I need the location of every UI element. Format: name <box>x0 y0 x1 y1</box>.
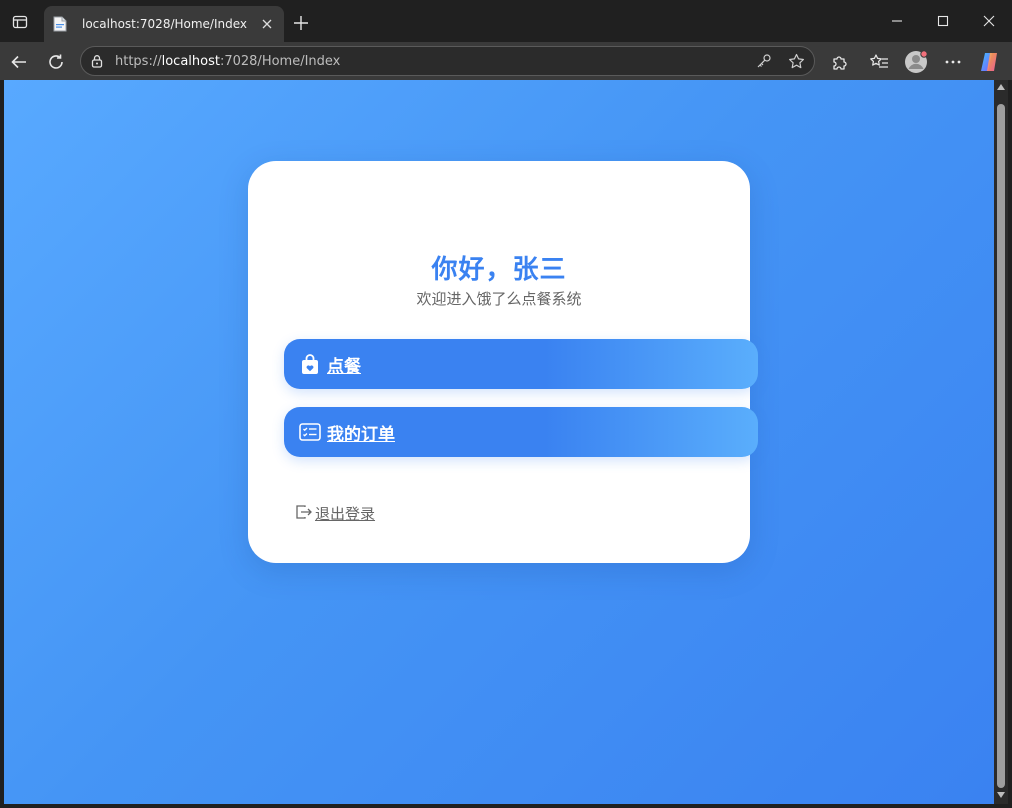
order-list-icon <box>299 421 321 443</box>
copilot-icon <box>981 53 997 71</box>
logout-label: 退出登录 <box>315 505 376 523</box>
tab-actions-button[interactable] <box>8 10 32 34</box>
maximize-button[interactable] <box>929 8 957 34</box>
logout-link[interactable]: 退出登录 <box>295 503 375 524</box>
puzzle-icon <box>833 56 847 70</box>
my-orders-button[interactable]: 我的订单 <box>284 407 758 457</box>
scroll-down-arrow-icon[interactable] <box>997 792 1005 798</box>
arrow-left-icon <box>11 55 26 69</box>
scroll-up-arrow-icon[interactable] <box>997 84 1005 90</box>
url-scheme: https:// <box>115 54 162 69</box>
tab-close-button[interactable] <box>258 15 276 33</box>
welcome-subtitle: 欢迎进入饿了么点餐系统 <box>416 290 582 308</box>
welcome-card: 你好，张三 欢迎进入饿了么点餐系统 点餐 我的订单 退出登录 <box>248 161 758 563</box>
logout-icon <box>295 504 313 524</box>
settings-more-button[interactable] <box>940 49 966 75</box>
refresh-button[interactable] <box>43 49 69 75</box>
scrollbar-thumb[interactable] <box>997 104 1005 788</box>
minimize-icon <box>892 20 902 22</box>
new-tab-button[interactable] <box>290 12 312 34</box>
tab-title: localhost:7028/Home/Index <box>82 17 248 31</box>
more-dots-icon <box>945 60 961 64</box>
order-food-button[interactable]: 点餐 <box>284 339 758 389</box>
my-orders-label: 我的订单 <box>327 424 395 445</box>
greeting-title: 你好，张三 <box>431 255 567 285</box>
browser-toolbar: https://localhost:7028/Home/Index <box>0 42 1012 80</box>
close-icon <box>983 15 995 27</box>
favorites-button[interactable] <box>866 49 892 75</box>
key-icon[interactable] <box>755 52 773 70</box>
favorites-icon <box>870 54 888 68</box>
refresh-icon <box>49 54 63 69</box>
tab-actions-icon <box>12 15 28 29</box>
minimize-button[interactable] <box>883 8 911 34</box>
lock-icon[interactable] <box>89 53 105 69</box>
url-host: localhost <box>161 54 220 69</box>
close-window-button[interactable] <box>975 8 1003 34</box>
favorite-star-icon[interactable] <box>787 52 805 70</box>
maximize-icon <box>937 15 949 27</box>
page-scrollbar[interactable] <box>994 80 1008 804</box>
close-icon <box>262 19 272 29</box>
shopping-bag-icon <box>299 353 321 375</box>
avatar-icon <box>905 50 928 73</box>
page-viewport: 你好，张三 欢迎进入饿了么点餐系统 点餐 我的订单 退出登录 <box>4 80 994 804</box>
back-button[interactable] <box>6 49 32 75</box>
address-bar[interactable]: https://localhost:7028/Home/Index <box>80 46 815 76</box>
url-path: :7028/Home/Index <box>219 54 341 69</box>
copilot-button[interactable] <box>976 49 1002 75</box>
plus-icon <box>294 16 308 30</box>
page-favicon-icon <box>52 16 68 32</box>
extensions-button[interactable] <box>826 49 852 75</box>
profile-button[interactable] <box>902 49 930 75</box>
url-text[interactable]: https://localhost:7028/Home/Index <box>115 54 340 69</box>
browser-title-bar: localhost:7028/Home/Index <box>0 0 1012 42</box>
order-food-label: 点餐 <box>327 356 361 377</box>
browser-tab-active[interactable]: localhost:7028/Home/Index <box>44 6 284 42</box>
